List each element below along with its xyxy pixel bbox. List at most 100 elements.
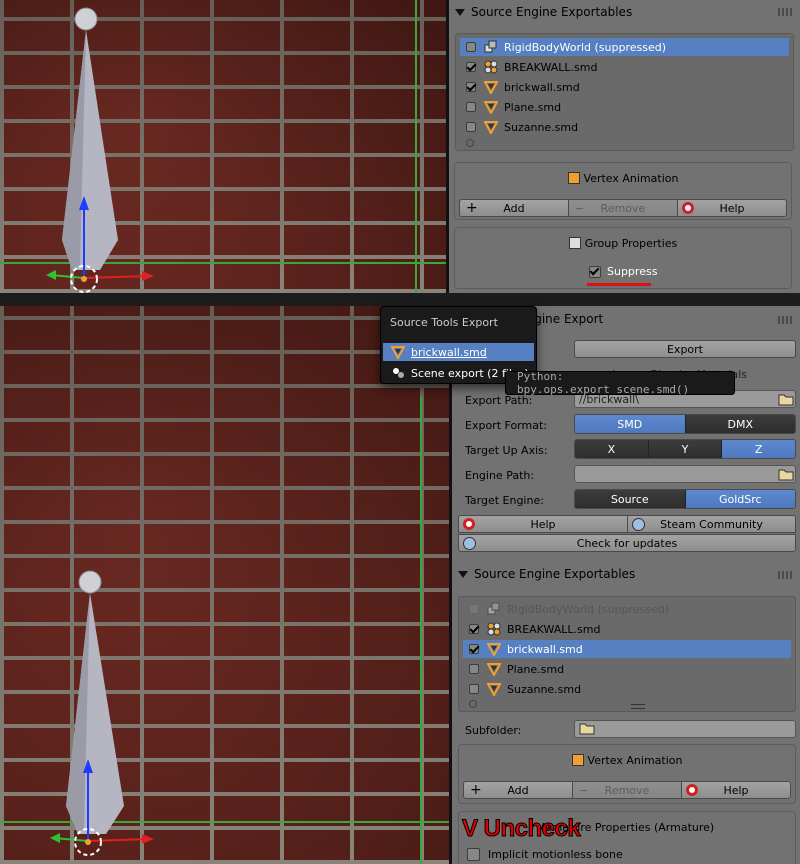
- list-item-checkbox[interactable]: [469, 644, 479, 654]
- list-item[interactable]: Suzanne.smd: [460, 118, 789, 136]
- scene-icon: [391, 366, 405, 380]
- list-item[interactable]: Suzanne.smd: [463, 680, 791, 698]
- vertex-animation-icon: [571, 754, 584, 766]
- list-item[interactable]: Plane.smd: [463, 660, 791, 678]
- steam-community-button[interactable]: Steam Community: [627, 515, 796, 533]
- list-resize-icon[interactable]: [469, 700, 477, 708]
- folder-icon[interactable]: [778, 392, 794, 406]
- drag-grip-icon[interactable]: [778, 316, 792, 324]
- export-button[interactable]: Export: [574, 340, 796, 358]
- collapse-triangle-icon[interactable]: [455, 8, 465, 16]
- mesh-icon: [487, 682, 501, 696]
- group-icon: [487, 602, 501, 616]
- format-option-dmx[interactable]: DMX: [685, 415, 795, 433]
- target-up-axis-label: Target Up Axis:: [465, 444, 548, 457]
- help-button[interactable]: Help: [677, 199, 787, 217]
- list-item[interactable]: RigidBodyWorld (suppressed): [463, 600, 791, 618]
- implicit-motionless-checkbox[interactable]: [467, 848, 480, 861]
- list-item-checkbox[interactable]: [466, 42, 476, 52]
- axis-option-y[interactable]: Y: [648, 440, 723, 458]
- plus-icon: +: [470, 782, 482, 798]
- exportables-header[interactable]: Source Engine Exportables: [458, 563, 794, 585]
- implicit-motionless-toggle[interactable]: Implicit motionless bone: [467, 848, 623, 861]
- collapse-triangle-icon[interactable]: [458, 570, 468, 578]
- globe-icon: [632, 517, 645, 531]
- list-resize-icon[interactable]: [466, 139, 474, 147]
- viewport-bottom[interactable]: [0, 306, 449, 864]
- add-button[interactable]: + Add: [463, 781, 573, 799]
- engine-option-goldsrc[interactable]: GoldSrc: [685, 490, 795, 508]
- list-item-checkbox[interactable]: [469, 684, 479, 694]
- list-item-checkbox[interactable]: [469, 664, 479, 674]
- group-properties-title: Group Properties: [455, 237, 791, 250]
- fracture-icon: [484, 60, 498, 74]
- list-item[interactable]: BREAKWALL.smd: [460, 58, 789, 76]
- list-item[interactable]: Plane.smd: [460, 98, 789, 116]
- obelisk-object[interactable]: [0, 0, 446, 293]
- vertex-animation-title: Vertex Animation: [459, 754, 795, 767]
- list-grip-icon[interactable]: [631, 704, 645, 709]
- mesh-icon: [487, 662, 501, 676]
- divider: [449, 306, 452, 864]
- mesh-icon: [391, 345, 405, 359]
- target-engine-selector[interactable]: Source GoldSrc: [574, 489, 796, 509]
- vertex-animation-title: Vertex Animation: [455, 172, 791, 185]
- check-updates-button[interactable]: Check for updates: [458, 534, 796, 552]
- axis-option-z[interactable]: Z: [722, 440, 795, 458]
- list-item-checkbox[interactable]: [466, 82, 476, 92]
- viewport-top[interactable]: [0, 0, 446, 293]
- list-item-checkbox[interactable]: [469, 624, 479, 634]
- minus-icon: −: [575, 201, 585, 215]
- help-button[interactable]: Help: [458, 515, 628, 533]
- properties-panel-top: Source Engine Exportables RigidBodyWorld…: [449, 0, 800, 293]
- drag-grip-icon[interactable]: [778, 571, 792, 579]
- group-properties-box: Group Properties Suppress: [454, 227, 792, 289]
- add-button[interactable]: + Add: [459, 199, 569, 217]
- exportables-header[interactable]: Source Engine Exportables: [455, 1, 794, 23]
- minus-icon: −: [579, 783, 589, 797]
- obelisk-object[interactable]: [0, 306, 449, 864]
- folder-icon[interactable]: [778, 467, 794, 481]
- lifebuoy-icon: [463, 518, 475, 530]
- divider: [0, 293, 800, 306]
- list-item[interactable]: brickwall.smd: [463, 640, 791, 658]
- vertex-animation-box: Vertex Animation + Add − Remove Help: [454, 162, 792, 220]
- remove-button[interactable]: − Remove: [572, 781, 682, 799]
- divider: [446, 0, 449, 293]
- list-item[interactable]: brickwall.smd: [460, 78, 789, 96]
- mesh-icon: [484, 120, 498, 134]
- list-item[interactable]: BREAKWALL.smd: [463, 620, 791, 638]
- suppress-checkbox[interactable]: [589, 265, 601, 278]
- export-format-label: Export Format:: [465, 419, 547, 432]
- mesh-icon: [484, 80, 498, 94]
- mesh-icon: [487, 642, 501, 656]
- suppress-toggle[interactable]: Suppress: [589, 265, 657, 278]
- engine-path-field[interactable]: [574, 465, 796, 483]
- annotation-text: V Uncheck: [461, 815, 581, 843]
- subfolder-field[interactable]: [574, 720, 796, 738]
- python-tooltip: Python: bpy.ops.export_scene.smd(): [505, 370, 735, 396]
- axis-option-x[interactable]: X: [575, 440, 649, 458]
- remove-button[interactable]: − Remove: [568, 199, 678, 217]
- drag-grip-icon[interactable]: [778, 8, 792, 16]
- export-format-selector[interactable]: SMD DMX: [574, 414, 796, 434]
- subfolder-label: Subfolder:: [465, 724, 522, 737]
- list-item[interactable]: RigidBodyWorld (suppressed): [460, 38, 789, 56]
- list-item-checkbox[interactable]: [466, 122, 476, 132]
- menu-item-brickwall[interactable]: brickwall.smd: [383, 343, 534, 361]
- list-item-checkbox[interactable]: [466, 102, 476, 112]
- group-icon: [568, 237, 581, 249]
- exportables-list[interactable]: RigidBodyWorld (suppressed) BREAKWALL.sm…: [458, 596, 796, 712]
- globe-icon: [463, 536, 476, 550]
- highlight-underline: [587, 283, 651, 286]
- list-item-checkbox[interactable]: [466, 62, 476, 72]
- up-axis-selector[interactable]: X Y Z: [574, 439, 796, 459]
- folder-icon[interactable]: [579, 721, 595, 738]
- list-item-checkbox[interactable]: [469, 604, 479, 614]
- exportables-list[interactable]: RigidBodyWorld (suppressed) BREAKWALL.sm…: [455, 33, 794, 151]
- format-option-smd[interactable]: SMD: [575, 415, 686, 433]
- help-button[interactable]: Help: [681, 781, 791, 799]
- target-engine-label: Target Engine:: [465, 494, 544, 507]
- engine-path-label: Engine Path:: [465, 469, 535, 482]
- engine-option-source[interactable]: Source: [575, 490, 686, 508]
